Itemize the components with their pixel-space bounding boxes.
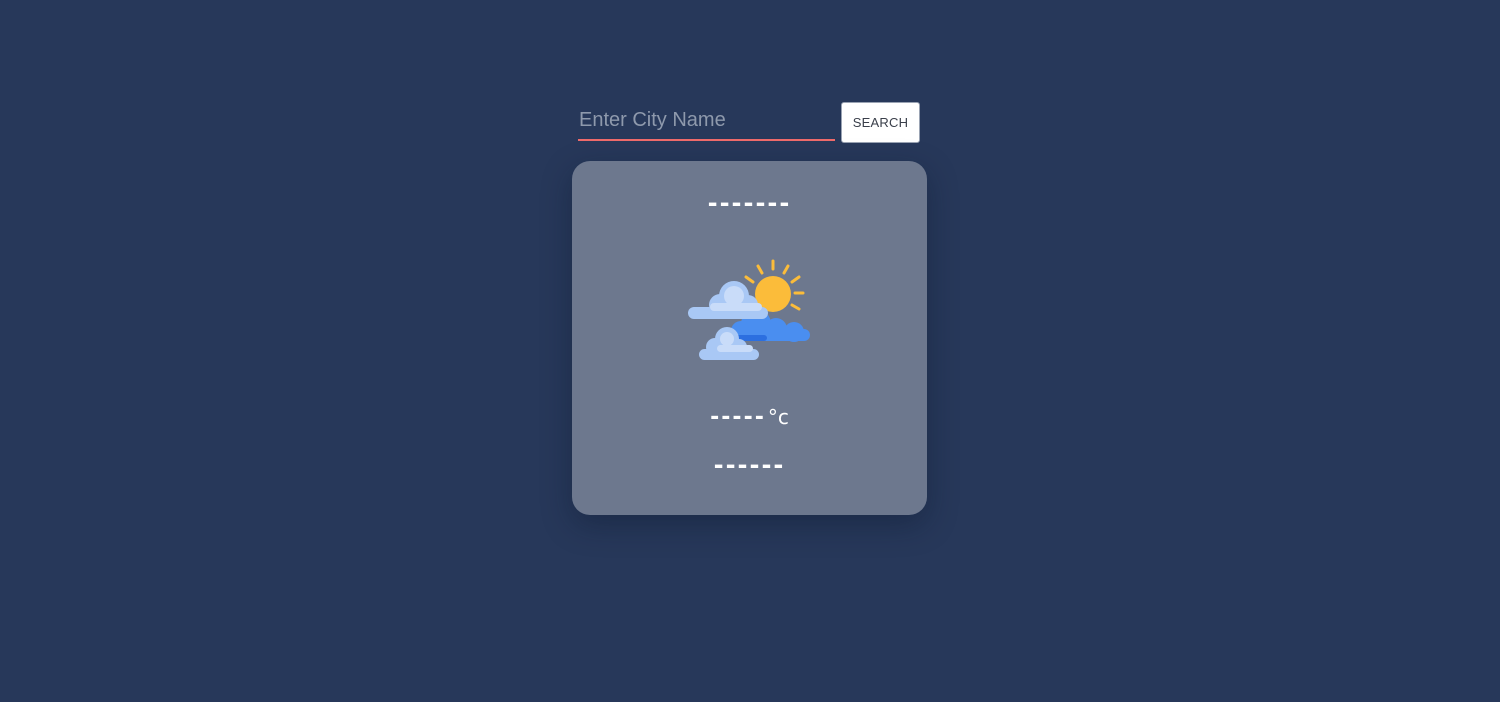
search-button[interactable]: SEARCH (841, 102, 920, 143)
weather-app: SEARCH ------- (0, 0, 1500, 702)
partly-cloudy-icon (688, 259, 810, 360)
temperature-value: ----- (710, 405, 766, 430)
city-name: ------- (707, 189, 792, 217)
search-bar: SEARCH (578, 102, 921, 144)
weather-condition: ------ (713, 451, 786, 479)
weather-card: ------- ----- °c ------ (572, 161, 927, 515)
temperature-display: ----- °c (572, 405, 927, 430)
city-search-input[interactable] (578, 102, 835, 141)
temperature-unit: °c (767, 405, 789, 429)
